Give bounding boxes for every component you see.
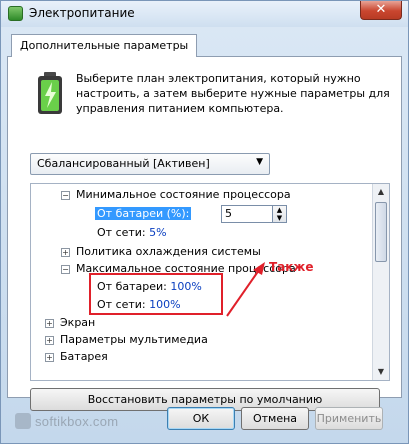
tree-item-multimedia[interactable]: + Параметры мультимедиа bbox=[45, 331, 208, 348]
watermark-logo-icon bbox=[15, 413, 31, 429]
tree-item-min-processor-state[interactable]: − Минимальное состояние процессора bbox=[61, 186, 291, 203]
min-on-battery-label: От батареи (%): bbox=[95, 207, 192, 220]
apply-button[interactable]: Применить bbox=[315, 407, 383, 430]
highlight-box bbox=[89, 273, 223, 315]
expand-icon[interactable]: + bbox=[45, 353, 54, 362]
tree-item-label: Параметры мультимедиа bbox=[60, 333, 208, 346]
spin-down-icon[interactable]: ▼ bbox=[273, 214, 286, 222]
power-options-icon bbox=[8, 6, 23, 21]
ok-button[interactable]: ОК bbox=[167, 407, 235, 430]
tree-item-label: Политика охлаждения системы bbox=[76, 245, 261, 258]
collapse-icon[interactable]: − bbox=[61, 191, 70, 200]
min-on-ac-value[interactable]: 5% bbox=[149, 226, 166, 239]
close-button[interactable]: ✕ bbox=[360, 1, 402, 20]
tab-advanced-settings[interactable]: Дополнительные параметры bbox=[11, 34, 198, 57]
tree-item-display[interactable]: + Экран bbox=[45, 314, 95, 331]
expand-icon[interactable]: + bbox=[61, 248, 70, 257]
annotation-arrow-icon bbox=[226, 262, 265, 317]
cancel-button[interactable]: Отмена bbox=[241, 407, 309, 430]
scroll-down-icon[interactable]: ▼ bbox=[373, 364, 389, 380]
settings-tree[interactable]: − Минимальное состояние процессора От бат… bbox=[30, 183, 390, 381]
description-text: Выберите план электропитания, который ну… bbox=[76, 72, 390, 115]
power-plan-value: Сбалансированный [Активен] bbox=[37, 157, 210, 170]
min-on-battery-input[interactable]: 5 bbox=[221, 205, 273, 223]
scroll-up-icon[interactable]: ▲ bbox=[373, 184, 389, 200]
watermark-text: softikbox.com bbox=[35, 414, 119, 429]
tree-item-label: Батарея bbox=[60, 350, 108, 363]
min-on-ac-label: От сети: bbox=[97, 226, 146, 239]
expand-icon[interactable]: + bbox=[45, 336, 54, 345]
tree-item-label: Минимальное состояние процессора bbox=[76, 188, 291, 201]
title-bar[interactable]: Электропитание ✕ bbox=[1, 1, 408, 27]
spin-up-icon[interactable]: ▲ bbox=[273, 206, 286, 214]
collapse-icon[interactable]: − bbox=[61, 265, 70, 274]
battery-icon bbox=[38, 72, 62, 114]
tree-item-label: Экран bbox=[60, 316, 96, 329]
power-options-window: Электропитание ✕ Дополнительные параметр… bbox=[0, 0, 409, 444]
expand-icon[interactable]: + bbox=[45, 319, 54, 328]
tree-item-battery[interactable]: + Батарея bbox=[45, 348, 108, 365]
chevron-down-icon: ▼ bbox=[256, 157, 263, 167]
tree-item-min-on-ac[interactable]: От сети: 5% bbox=[97, 224, 167, 241]
min-on-battery-spinner[interactable]: ▲ ▼ bbox=[273, 205, 287, 223]
tree-scrollbar[interactable]: ▲ ▼ bbox=[372, 184, 389, 380]
annotation-text: Также bbox=[269, 260, 314, 274]
tree-item-cooling-policy[interactable]: + Политика охлаждения системы bbox=[61, 243, 261, 260]
watermark: softikbox.com bbox=[15, 413, 118, 429]
window-title: Электропитание bbox=[29, 6, 135, 20]
tab-panel: Выберите план электропитания, который ну… bbox=[7, 56, 402, 411]
tree-item-min-on-battery[interactable]: От батареи (%): 5 ▲ ▼ bbox=[95, 205, 295, 223]
scrollbar-thumb[interactable] bbox=[375, 202, 387, 262]
tab-container: Дополнительные параметры Выберите план э… bbox=[7, 34, 402, 411]
power-plan-select[interactable]: Сбалансированный [Активен] ▼ bbox=[30, 153, 270, 175]
